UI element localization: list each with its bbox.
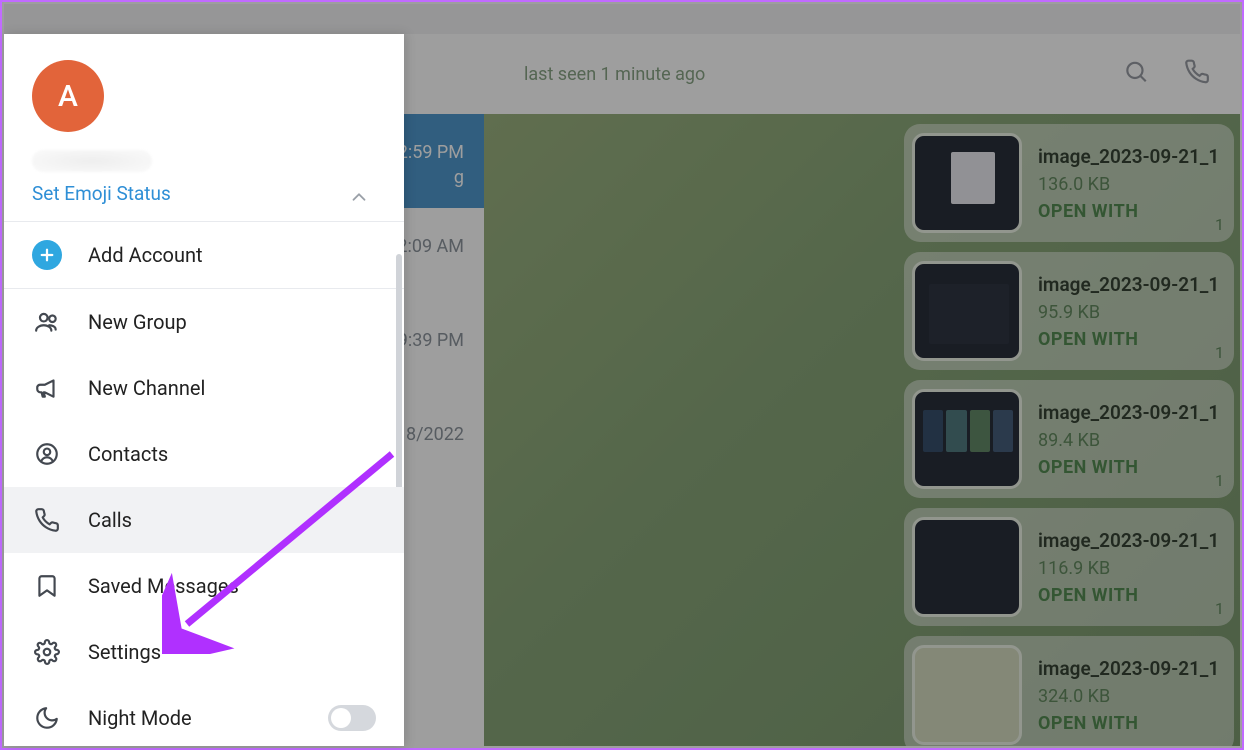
- menu-label: Saved Messages: [88, 574, 239, 598]
- calls-menu-item[interactable]: Calls: [4, 487, 404, 553]
- menu-label: New Channel: [88, 376, 205, 400]
- chevron-up-icon[interactable]: [348, 186, 370, 212]
- hamburger-drawer: A Set Emoji Status Add Account New Group: [4, 34, 404, 746]
- menu-label: New Group: [88, 310, 187, 334]
- night-mode-menu-item[interactable]: Night Mode: [4, 685, 404, 750]
- new-channel-menu-item[interactable]: New Channel: [4, 355, 404, 421]
- settings-menu-item[interactable]: Settings: [4, 619, 404, 685]
- username-redacted: [32, 150, 152, 172]
- add-account-menu-item[interactable]: Add Account: [4, 222, 404, 288]
- gear-icon: [32, 637, 62, 667]
- new-group-menu-item[interactable]: New Group: [4, 289, 404, 355]
- contacts-menu-item[interactable]: Contacts: [4, 421, 404, 487]
- group-icon: [32, 307, 62, 337]
- drawer-profile-block: A Set Emoji Status: [4, 34, 404, 221]
- night-mode-toggle[interactable]: [328, 705, 376, 731]
- bookmark-icon: [32, 571, 62, 601]
- plus-icon: [32, 240, 62, 270]
- phone-icon: [32, 505, 62, 535]
- contact-icon: [32, 439, 62, 469]
- menu-label: Night Mode: [88, 706, 192, 730]
- avatar-initial: A: [58, 79, 78, 114]
- menu-label: Add Account: [88, 243, 203, 267]
- avatar[interactable]: A: [32, 60, 104, 132]
- menu-label: Contacts: [88, 442, 168, 466]
- menu-label: Calls: [88, 508, 132, 532]
- menu-label: Settings: [88, 640, 161, 664]
- saved-messages-menu-item[interactable]: Saved Messages: [4, 553, 404, 619]
- megaphone-icon: [32, 373, 62, 403]
- set-emoji-status-link[interactable]: Set Emoji Status: [32, 182, 376, 205]
- moon-icon: [32, 703, 62, 733]
